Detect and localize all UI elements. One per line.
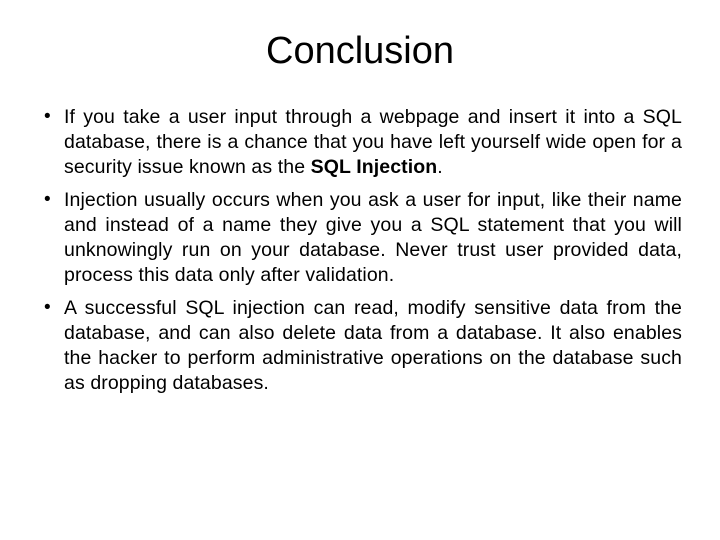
list-item: A successful SQL injection can read, mod…	[38, 296, 682, 396]
slide: Conclusion If you take a user input thro…	[0, 0, 720, 540]
bullet-text-post: .	[437, 156, 443, 178]
bullet-text-pre: A successful SQL injection can read, mod…	[64, 297, 682, 394]
bullet-list: If you take a user input through a webpa…	[38, 105, 682, 395]
list-item: If you take a user input through a webpa…	[38, 105, 682, 180]
bullet-text-bold: SQL Injection	[311, 156, 438, 178]
slide-title: Conclusion	[38, 30, 682, 73]
list-item: Injection usually occurs when you ask a …	[38, 188, 682, 288]
bullet-text-pre: Injection usually occurs when you ask a …	[64, 189, 682, 286]
